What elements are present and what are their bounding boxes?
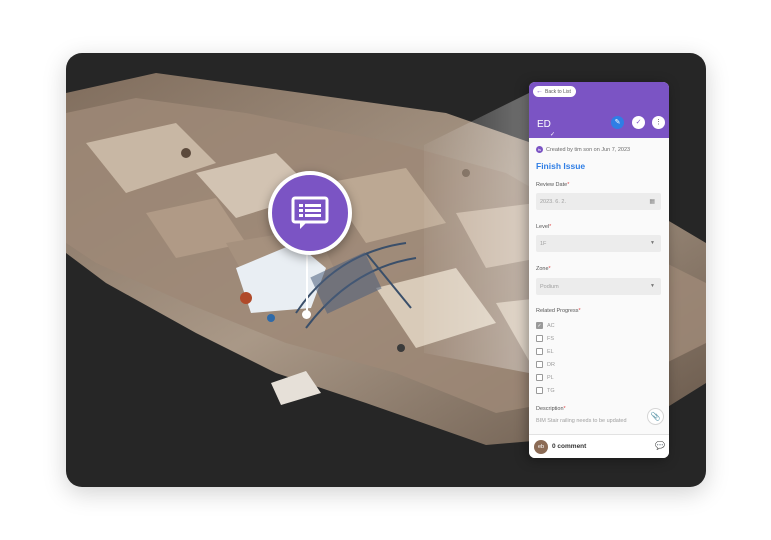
zone-value: Podium [540,283,559,290]
paperclip-icon: 📎 [650,412,661,421]
progress-checkbox-dr[interactable]: DR [536,361,555,368]
progress-checkbox-ac[interactable]: ✓ AC [536,322,555,329]
related-progress-label: Related Progress* [536,308,581,314]
description-label: Description* [536,406,566,412]
calendar-icon[interactable]: ▦ [649,198,655,205]
zone-label: Zone* [536,266,551,272]
comment-count[interactable]: 0 comment [552,443,586,450]
checkbox[interactable] [536,361,543,368]
review-date-label: Review Date* [536,182,570,188]
review-date-field[interactable]: 2023. 6. 2. ▦ [536,193,661,210]
more-icon: ⋮ [655,119,662,126]
progress-checkbox-tg[interactable]: TG [536,387,555,394]
chevron-down-icon: ▼ [650,283,655,289]
level-value: 1F [540,240,547,247]
avatar: eb [534,440,548,454]
arrow-left-icon: ← [536,88,543,95]
resolve-button[interactable]: ✓ [632,116,645,129]
back-to-list-button[interactable]: ← Back to List [533,86,576,97]
check-icon: ✓ [635,119,642,126]
checkbox-checked[interactable]: ✓ [536,322,543,329]
comment-footer: eb 0 comment 💬 [529,434,669,458]
chevron-down-icon: ▼ [650,240,655,246]
issue-panel: ← Back to List ED ✓ ✎ ✓ ⋮ ts Created by … [529,82,669,458]
checkbox[interactable] [536,335,543,342]
review-date-value: 2023. 6. 2. [540,198,566,205]
issue-list-icon [291,196,329,229]
description-text[interactable]: BIM Stair railing needs to be updated [536,418,627,424]
checkbox[interactable] [536,348,543,355]
panel-header: ← Back to List ED ✓ ✎ ✓ ⋮ [529,82,669,138]
zone-select[interactable]: Podium ▼ [536,278,661,295]
pin-line [306,249,308,313]
progress-checkbox-pl[interactable]: PL [536,374,554,381]
chat-bubble-icon[interactable]: 💬 [655,441,665,450]
level-label: Level* [536,224,552,230]
more-button[interactable]: ⋮ [652,116,665,129]
progress-checkbox-el[interactable]: EL [536,348,554,355]
attachment-button[interactable]: 📎 [647,408,664,425]
back-label: Back to List [545,88,571,95]
checkbox[interactable] [536,374,543,381]
edit-button[interactable]: ✎ [611,116,624,129]
checkbox[interactable] [536,387,543,394]
edit-icon: ✎ [614,119,621,126]
pin-anchor-dot [302,310,311,319]
issue-title: Finish Issue [536,161,586,171]
issue-code: ED [537,119,551,130]
created-text: Created by tim son on Jun 7, 2023 [546,146,631,153]
level-select[interactable]: 1F ▼ [536,235,661,252]
created-info: ts Created by tim son on Jun 7, 2023 [536,146,630,153]
creator-avatar: ts [536,146,543,153]
progress-checkbox-fs[interactable]: FS [536,335,554,342]
check-mark-icon: ✓ [550,132,556,138]
issue-pin[interactable] [268,171,352,255]
